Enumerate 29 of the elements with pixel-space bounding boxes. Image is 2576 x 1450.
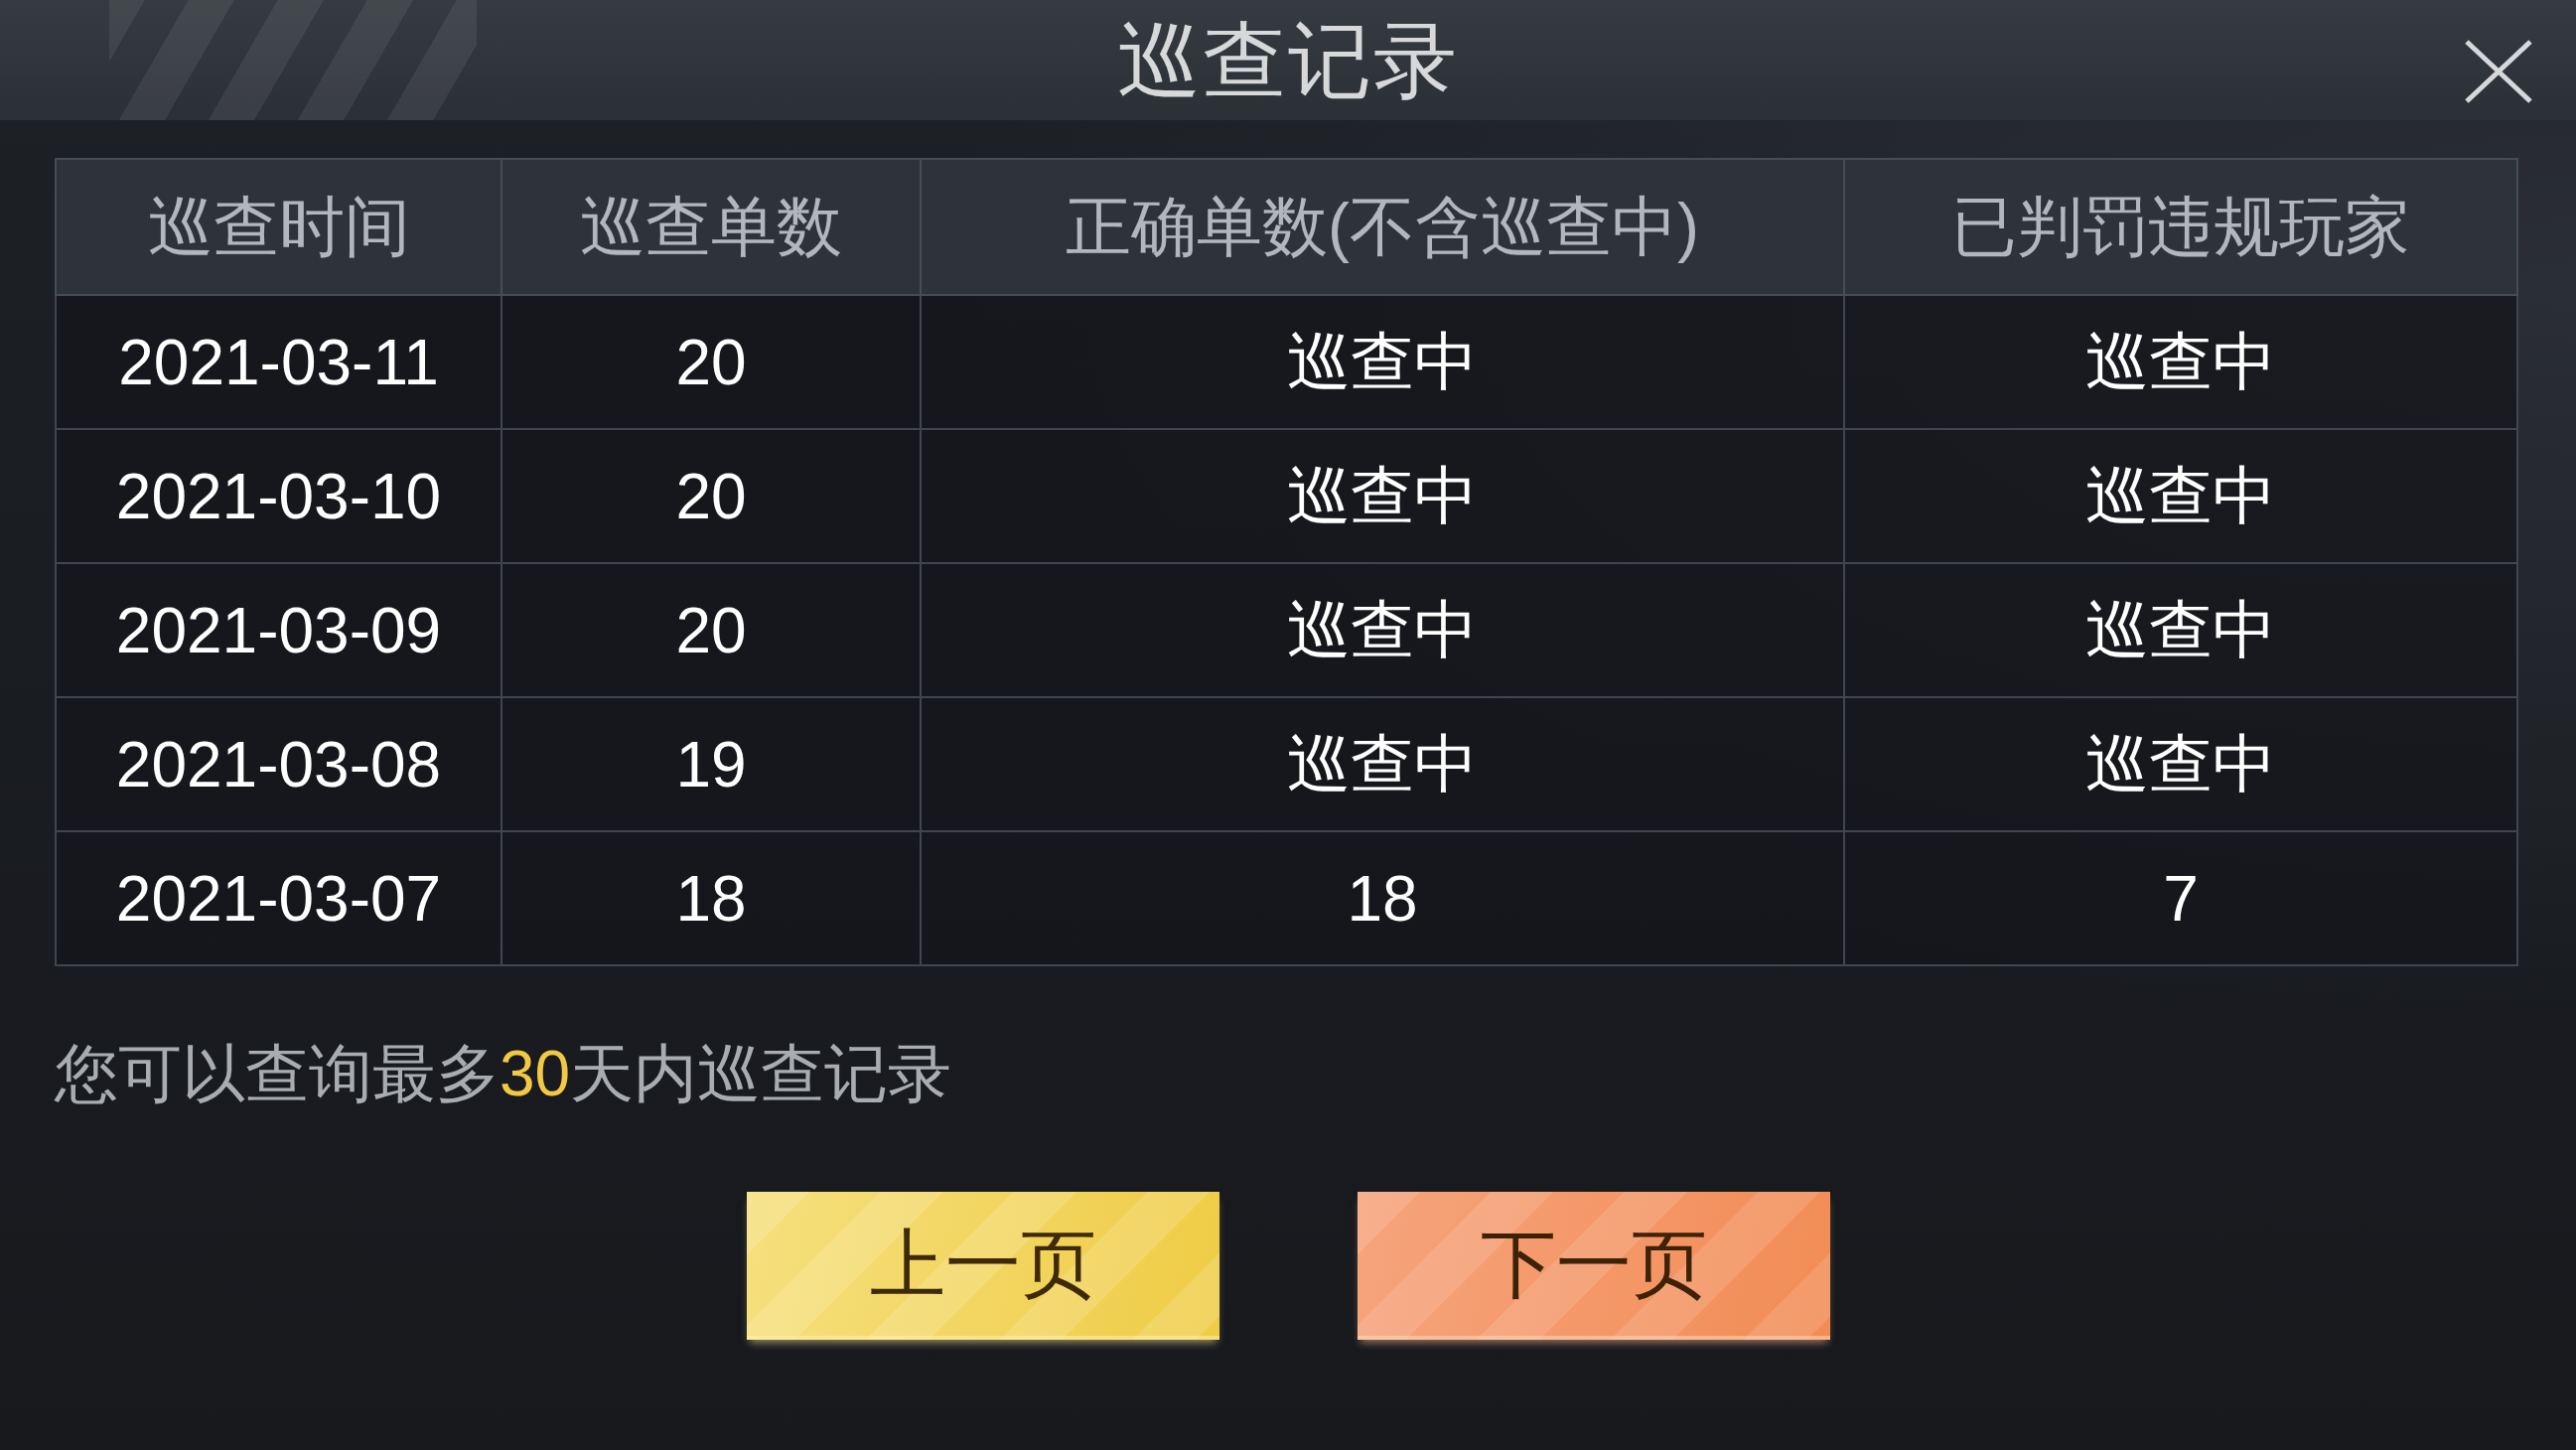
table-cell: 2021-03-08 <box>56 697 501 831</box>
table-cell: 巡查中 <box>1844 563 2517 697</box>
table-cell: 巡查中 <box>921 295 1844 429</box>
table-cell: 19 <box>501 697 921 831</box>
table-cell: 20 <box>501 563 921 697</box>
table-cell: 18 <box>921 831 1844 965</box>
column-header: 正确单数(不含巡查中) <box>921 159 1844 295</box>
query-limit-note: 您可以查询最多30天内巡查记录 <box>55 1037 952 1111</box>
table-cell: 20 <box>501 295 921 429</box>
column-header: 已判罚违规玩家 <box>1844 159 2517 295</box>
table-cell: 巡查中 <box>1844 295 2517 429</box>
table-cell: 20 <box>501 429 921 563</box>
table-cell: 18 <box>501 831 921 965</box>
column-header: 巡查单数 <box>501 159 921 295</box>
table-cell: 巡查中 <box>921 563 1844 697</box>
table-cell: 2021-03-09 <box>56 563 501 697</box>
close-icon[interactable] <box>2464 40 2533 103</box>
table-cell: 巡查中 <box>921 697 1844 831</box>
table-cell: 2021-03-11 <box>56 295 501 429</box>
table-cell: 巡查中 <box>1844 429 2517 563</box>
column-header: 巡查时间 <box>56 159 501 295</box>
table-cell: 2021-03-10 <box>56 429 501 563</box>
table-cell: 7 <box>1844 831 2517 965</box>
table-cell: 巡查中 <box>921 429 1844 563</box>
page-button[interactable]: 上一页 <box>746 1192 1219 1341</box>
window-title: 巡查记录 <box>1117 18 1459 102</box>
page-button[interactable]: 下一页 <box>1357 1192 1830 1341</box>
table-cell: 2021-03-07 <box>56 831 501 965</box>
table-cell: 巡查中 <box>1844 697 2517 831</box>
